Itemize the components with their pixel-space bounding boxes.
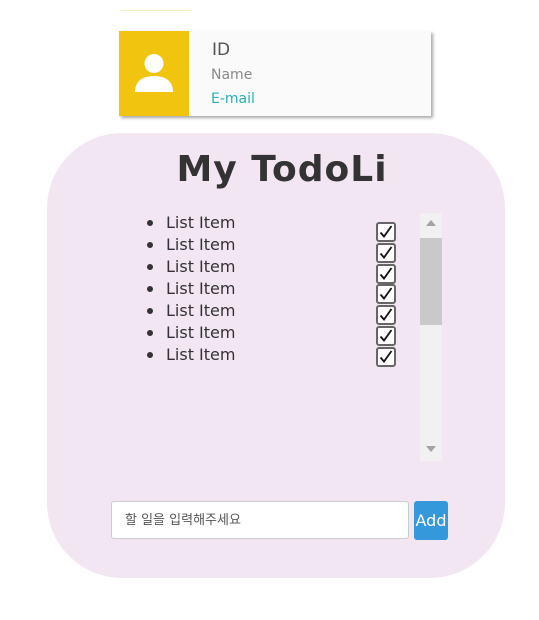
checkmark-icon	[379, 225, 393, 238]
list-item-label: List Item	[166, 323, 236, 342]
checkmark-icon	[379, 246, 393, 259]
todo-title: My TodoLi	[176, 149, 388, 190]
bullet-icon	[147, 264, 153, 270]
list-item-label: List Item	[166, 235, 236, 254]
scroll-down-button[interactable]	[420, 439, 442, 461]
profile-card: ID Name E-mail	[119, 31, 431, 116]
todo-checkbox[interactable]	[376, 263, 396, 284]
todo-checkbox[interactable]	[376, 242, 396, 263]
todo-checkbox[interactable]	[376, 305, 396, 326]
todo-input[interactable]	[111, 501, 409, 539]
list-item: List Item	[147, 235, 397, 257]
bullet-icon	[147, 352, 153, 358]
triangle-up-icon	[426, 220, 436, 226]
list-item-label: List Item	[166, 301, 236, 320]
page: ID Name E-mail My TodoLi List Item List I…	[0, 0, 539, 620]
bullet-icon	[147, 220, 153, 226]
person-icon	[135, 54, 173, 92]
profile-email: E-mail	[211, 91, 255, 107]
list-item-label: List Item	[166, 213, 236, 232]
avatar	[119, 31, 189, 116]
list-item-label: List Item	[166, 257, 236, 276]
checkmark-icon	[379, 267, 393, 280]
bullet-icon	[147, 286, 153, 292]
bullet-icon	[147, 330, 153, 336]
checkmark-icon	[379, 287, 393, 301]
list-scrollbar[interactable]	[420, 213, 442, 461]
todo-checkboxes	[376, 222, 396, 368]
list-item: List Item	[147, 279, 397, 301]
list-item: List Item	[147, 323, 397, 345]
todo-checkbox[interactable]	[376, 222, 396, 242]
bullet-icon	[147, 308, 153, 314]
profile-name: Name	[211, 67, 253, 83]
triangle-down-icon	[426, 446, 436, 452]
add-button[interactable]: Add	[414, 501, 448, 540]
todo-panel: My TodoLi List Item List Item List Item Lis…	[47, 133, 505, 578]
todo-checkbox[interactable]	[376, 284, 396, 305]
todo-list: List Item List Item List Item List Item List…	[147, 213, 397, 367]
todo-checkbox[interactable]	[376, 346, 396, 367]
list-item: List Item	[147, 257, 397, 279]
scroll-up-button[interactable]	[420, 213, 442, 235]
bullet-icon	[147, 242, 153, 248]
divider	[121, 10, 191, 11]
list-item-label: List Item	[166, 279, 236, 298]
todo-checkbox[interactable]	[376, 325, 396, 346]
profile-id: ID	[212, 40, 231, 60]
list-item: List Item	[147, 301, 397, 323]
list-item-label: List Item	[166, 345, 236, 364]
scroll-thumb[interactable]	[420, 238, 442, 325]
checkmark-icon	[379, 350, 393, 363]
checkmark-icon	[379, 329, 393, 342]
checkmark-icon	[379, 308, 393, 322]
list-item: List Item	[147, 345, 397, 367]
list-item: List Item	[147, 213, 397, 235]
